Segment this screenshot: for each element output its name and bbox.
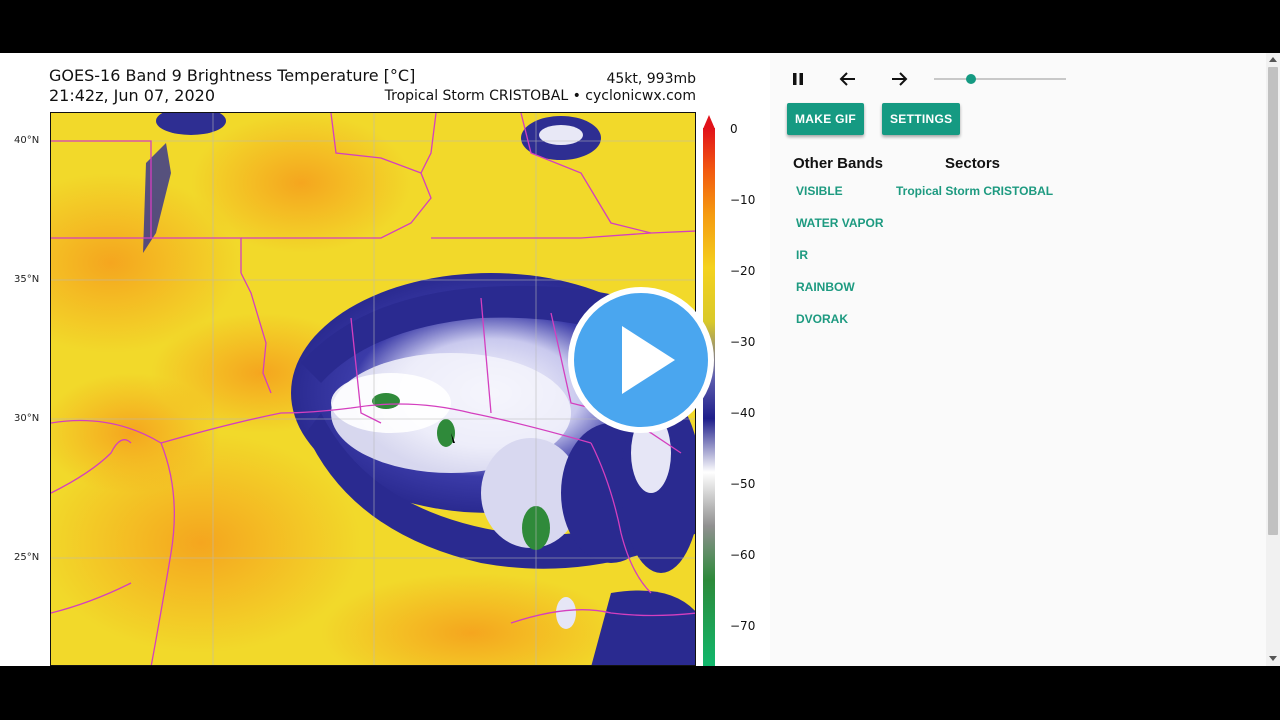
settings-button[interactable]: SETTINGS <box>882 103 961 135</box>
band-link-rainbow[interactable]: RAINBOW <box>796 280 855 294</box>
frame-slider[interactable] <box>934 71 1066 87</box>
colorbar-tick: −30 <box>730 335 756 349</box>
previous-frame-button[interactable] <box>836 67 860 91</box>
figure-title: GOES-16 Band 9 Brightness Temperature [°… <box>49 66 416 85</box>
scrollbar-thumb[interactable] <box>1268 67 1278 535</box>
scrollbar[interactable] <box>1266 53 1280 666</box>
control-panel: MAKE GIF SETTINGS Other Bands Sectors VI… <box>770 53 1266 666</box>
storm-stats: 45kt, 993mb <box>606 71 696 87</box>
pause-icon <box>793 73 803 85</box>
slider-thumb[interactable] <box>965 74 976 84</box>
band-link-ir[interactable]: IR <box>796 248 808 262</box>
browser-viewport: GOES-16 Band 9 Brightness Temperature [°… <box>0 53 1280 666</box>
pause-button[interactable] <box>786 67 810 91</box>
sector-link-cristobal[interactable]: Tropical Storm CRISTOBAL <box>896 184 1053 198</box>
colorbar-tick: −60 <box>730 548 756 562</box>
next-frame-button[interactable] <box>887 67 911 91</box>
scroll-down-arrow[interactable] <box>1269 656 1277 661</box>
lat-label-25: 25°N <box>14 552 40 563</box>
arrow-left-icon <box>839 72 855 86</box>
storm-source: Tropical Storm CRISTOBAL • cyclonicwx.co… <box>384 88 696 104</box>
colorbar-tick: −20 <box>730 264 756 278</box>
colorbar-tick: −10 <box>730 193 756 207</box>
lat-label-30: 30°N <box>14 413 40 424</box>
colorbar-tick: −50 <box>730 477 756 491</box>
play-icon <box>568 287 714 433</box>
band-link-visible[interactable]: VISIBLE <box>796 184 843 198</box>
make-gif-button[interactable]: MAKE GIF <box>787 103 865 135</box>
lat-label-35: 35°N <box>14 274 40 285</box>
arrow-right-icon <box>892 72 908 86</box>
scroll-up-arrow[interactable] <box>1269 57 1277 62</box>
slider-track <box>934 78 1066 80</box>
band-link-dvorak[interactable]: DVORAK <box>796 312 848 326</box>
colorbar-tick: −70 <box>730 619 756 633</box>
figure-timestamp: 21:42z, Jun 07, 2020 <box>49 86 216 105</box>
band-link-water-vapor[interactable]: WATER VAPOR <box>796 216 884 230</box>
sectors-heading: Sectors <box>945 155 1001 172</box>
video-play-button[interactable] <box>567 286 715 434</box>
colorbar-tick: 0 <box>730 122 738 136</box>
other-bands-heading: Other Bands <box>793 155 884 172</box>
lat-label-40: 40°N <box>14 135 40 146</box>
colorbar-tick: −40 <box>730 406 756 420</box>
